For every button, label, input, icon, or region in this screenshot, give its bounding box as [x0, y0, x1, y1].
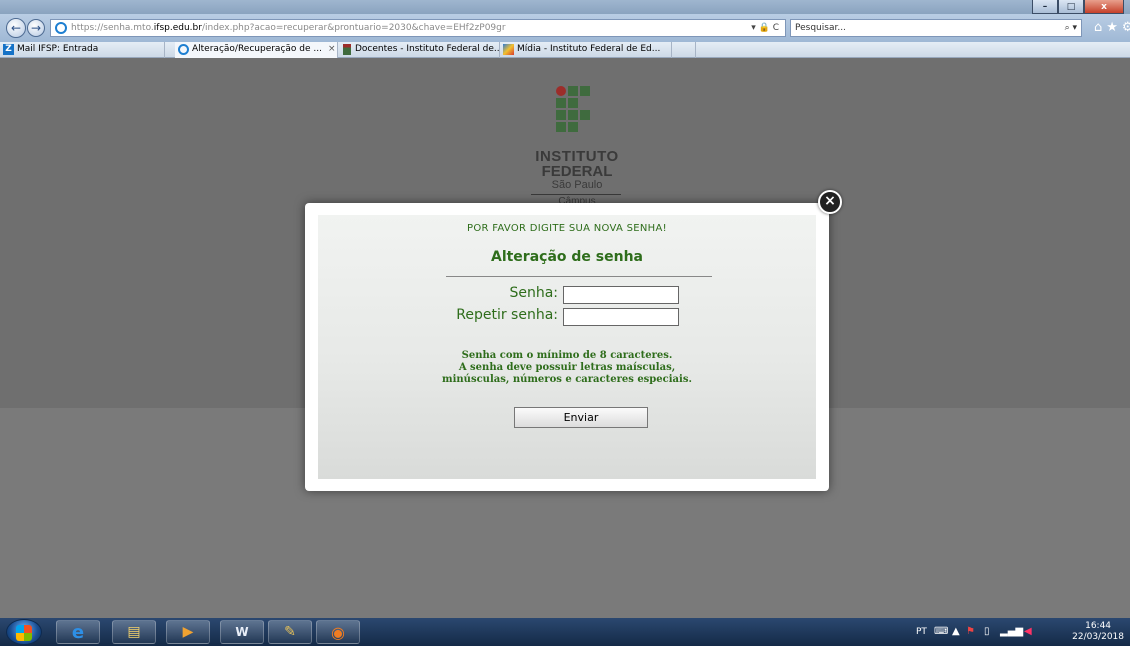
logo-red-dot — [556, 86, 566, 96]
logo-square — [556, 110, 566, 120]
url-prefix: https://senha.mto. — [71, 23, 154, 33]
tab-label: Docentes - Instituto Federal de... — [355, 44, 500, 54]
new-tab-button[interactable] — [672, 42, 696, 58]
password-label: Senha: — [509, 285, 558, 301]
modal-close-button[interactable]: × — [818, 190, 842, 214]
password-change-modal: POR FAVOR DIGITE SUA NOVA SENHA! Alteraç… — [305, 203, 829, 491]
clock-time: 16:44 — [1085, 621, 1112, 631]
mail-icon: Z — [3, 44, 14, 55]
search-input[interactable]: Pesquisar... ⌕ ▾ — [790, 19, 1082, 37]
logo-square — [556, 98, 566, 108]
keyboard-icon[interactable]: ⌨ — [934, 626, 948, 637]
modal-body: POR FAVOR DIGITE SUA NOVA SENHA! Alteraç… — [318, 215, 816, 479]
back-button[interactable]: ← — [6, 18, 26, 38]
modal-divider — [446, 276, 712, 277]
modal-title: Alteração de senha — [490, 249, 643, 265]
start-button[interactable] — [6, 619, 42, 645]
logo-square — [568, 98, 578, 108]
tab-midia[interactable]: Mídia - Instituto Federal de Ed... — [500, 42, 672, 58]
logo-divider — [531, 194, 621, 195]
forward-arrow-icon: → — [30, 21, 42, 35]
show-hidden-icons-icon[interactable]: ▲ — [952, 626, 960, 637]
tab-alteracao-senha[interactable]: Alteração/Recuperação de ... × — [175, 42, 338, 58]
home-favorites-settings-icons[interactable]: ⌂★⚙ — [1094, 20, 1130, 35]
window-title-bar: – □ x — [0, 0, 1130, 14]
close-tab-icon[interactable]: × — [328, 44, 336, 54]
submit-button[interactable]: Enviar — [514, 407, 648, 428]
clock-date: 22/03/2018 — [1072, 632, 1124, 642]
explorer-taskbar-icon[interactable]: ▤ — [112, 620, 156, 644]
clock[interactable]: 16:44 22/03/2018 — [1072, 621, 1124, 643]
address-bar-area: ← → https://senha.mto.ifsp.edu.br/index.… — [0, 14, 1130, 42]
password-rule-line: A senha deve possuir letras maísculas, — [458, 362, 676, 373]
logo-square — [556, 122, 566, 132]
volume-icon[interactable]: ◀ — [1024, 626, 1032, 637]
tab-bar: Z Mail IFSP: Entrada Alteração/Recuperaç… — [0, 42, 1130, 58]
tab-label: Mail IFSP: Entrada — [17, 44, 99, 54]
password-rule-line: Senha com o mínimo de 8 caracteres. — [461, 350, 673, 361]
windows-logo-icon — [16, 625, 32, 641]
ifsp-icon — [343, 44, 351, 55]
device-icon[interactable]: ▯ — [984, 626, 990, 637]
media-player-taskbar-icon[interactable]: ▶ — [166, 620, 210, 644]
tab-mail-ifsp[interactable]: Z Mail IFSP: Entrada — [0, 42, 165, 58]
minimize-button[interactable]: – — [1032, 0, 1058, 14]
password-rules: Senha com o mínimo de 8 caracteres. A se… — [318, 350, 816, 386]
paint-taskbar-icon[interactable]: ✎ — [268, 620, 312, 644]
word-taskbar-icon[interactable]: W — [220, 620, 264, 644]
url-domain: ifsp.edu.br — [153, 23, 202, 33]
repeat-password-input[interactable] — [563, 308, 679, 326]
close-window-button[interactable]: x — [1084, 0, 1124, 14]
tab-label: Alteração/Recuperação de ... — [192, 44, 322, 54]
tab-label: Mídia - Instituto Federal de Ed... — [517, 44, 661, 54]
network-signal-icon[interactable]: ▂▄▆ — [1000, 626, 1023, 637]
forward-button[interactable]: → — [27, 19, 45, 37]
back-arrow-icon: ← — [10, 21, 22, 35]
password-input[interactable] — [563, 286, 679, 304]
system-tray: PT ⌨ ▲ ⚑ ▯ ▂▄▆ ◀ 16:44 22/03/2018 — [910, 618, 1130, 646]
search-placeholder: Pesquisar... — [795, 23, 846, 33]
logo-square — [568, 110, 578, 120]
logo-square — [568, 86, 578, 96]
logo-square — [580, 86, 590, 96]
url-path: /index.php?acao=recuperar&prontuario=203… — [201, 23, 506, 33]
modal-instruction: POR FAVOR DIGITE SUA NOVA SENHA! — [467, 223, 667, 234]
password-rule-line: minúsculas, números e caracteres especia… — [442, 374, 692, 385]
logo-square — [580, 110, 590, 120]
logo-square — [568, 122, 578, 132]
tab-docentes[interactable]: Docentes - Instituto Federal de... — [338, 42, 500, 58]
ie-taskbar-icon[interactable]: e — [56, 620, 100, 644]
firefox-taskbar-icon[interactable]: ◉ — [316, 620, 360, 644]
url-input[interactable]: https://senha.mto.ifsp.edu.br/index.php?… — [50, 19, 786, 37]
taskbar: e ▤ ▶ W ✎ ◉ PT ⌨ ▲ ⚑ ▯ ▂▄▆ ◀ 16:44 22/03… — [0, 618, 1130, 646]
search-icon[interactable]: ⌕ ▾ — [1065, 20, 1077, 36]
media-icon — [503, 44, 514, 55]
window-controls: – □ x — [1032, 0, 1124, 14]
logo-text-federal: FEDERAL — [541, 163, 613, 180]
url-refresh-lock-icons[interactable]: ▾ 🔒 C — [751, 20, 779, 36]
logo-text-sao-paulo: São Paulo — [551, 179, 603, 191]
repeat-password-label: Repetir senha: — [456, 307, 558, 323]
ie-favicon-icon — [55, 22, 67, 34]
action-center-flag-icon[interactable]: ⚑ — [966, 626, 975, 637]
ie-icon — [178, 44, 189, 55]
language-indicator[interactable]: PT — [916, 627, 927, 637]
maximize-button[interactable]: □ — [1058, 0, 1084, 14]
